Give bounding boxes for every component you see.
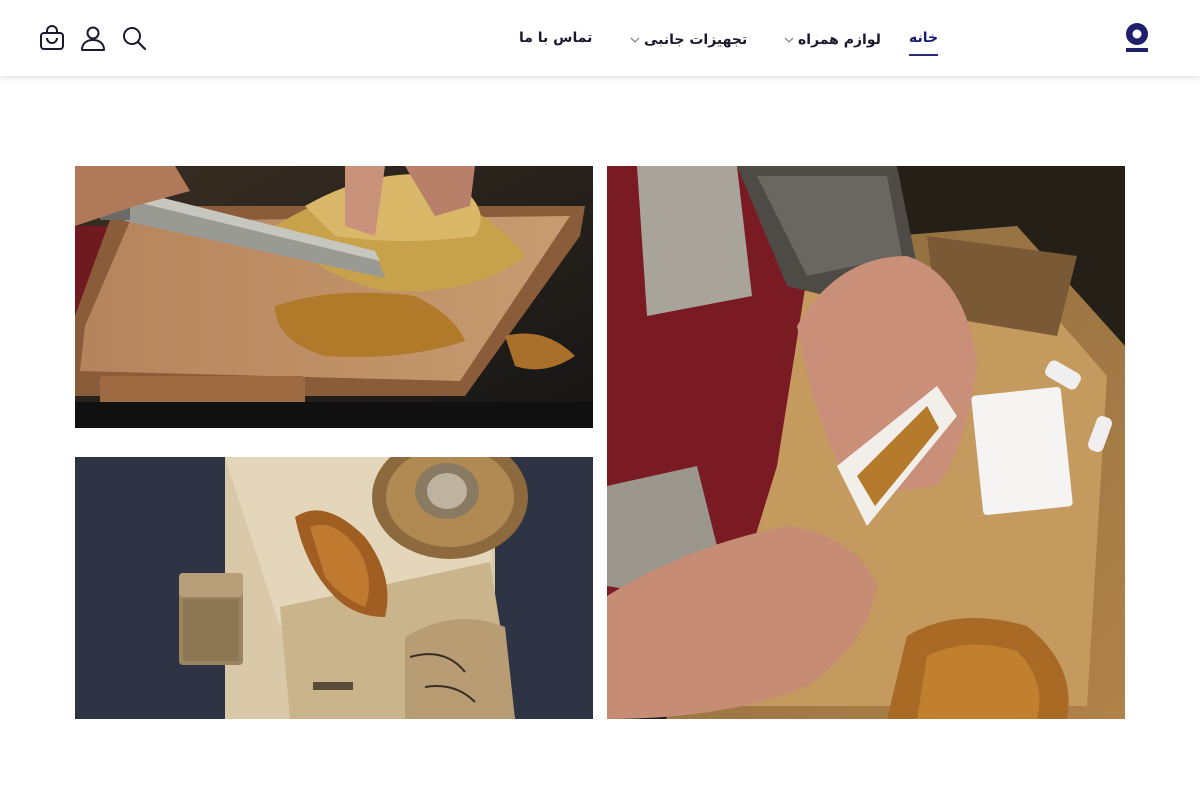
shopping-bag-icon[interactable]	[38, 24, 66, 52]
search-icon[interactable]	[120, 24, 148, 52]
nav-item-label: تجهیزات جانبی	[644, 32, 748, 48]
user-icon[interactable]	[79, 24, 107, 52]
nav-item-label: لوازم همراه	[798, 32, 881, 48]
nav-item-home[interactable]: خانه	[909, 26, 939, 56]
nav-item-contact[interactable]: تماس با ما	[519, 26, 592, 50]
knife-cutting-tobacco-photo	[75, 166, 593, 428]
nav-item-peripherals[interactable]: تجهیزات جانبی	[630, 28, 747, 52]
nav-item-accessories[interactable]: لوازم همراه	[784, 28, 881, 52]
brand-logo[interactable]	[1124, 22, 1150, 54]
site-header: خانه لوازم همراه تجهیزات جانبی تماس با م…	[0, 0, 1200, 76]
chevron-down-icon	[630, 37, 640, 43]
chevron-down-icon	[784, 37, 794, 43]
nav-item-label: تماس با ما	[519, 30, 593, 46]
hands-rolling-cigarette-photo	[607, 166, 1125, 719]
nav-item-label: خانه	[909, 30, 939, 46]
rolling-papers-lighter-photo	[75, 457, 593, 719]
